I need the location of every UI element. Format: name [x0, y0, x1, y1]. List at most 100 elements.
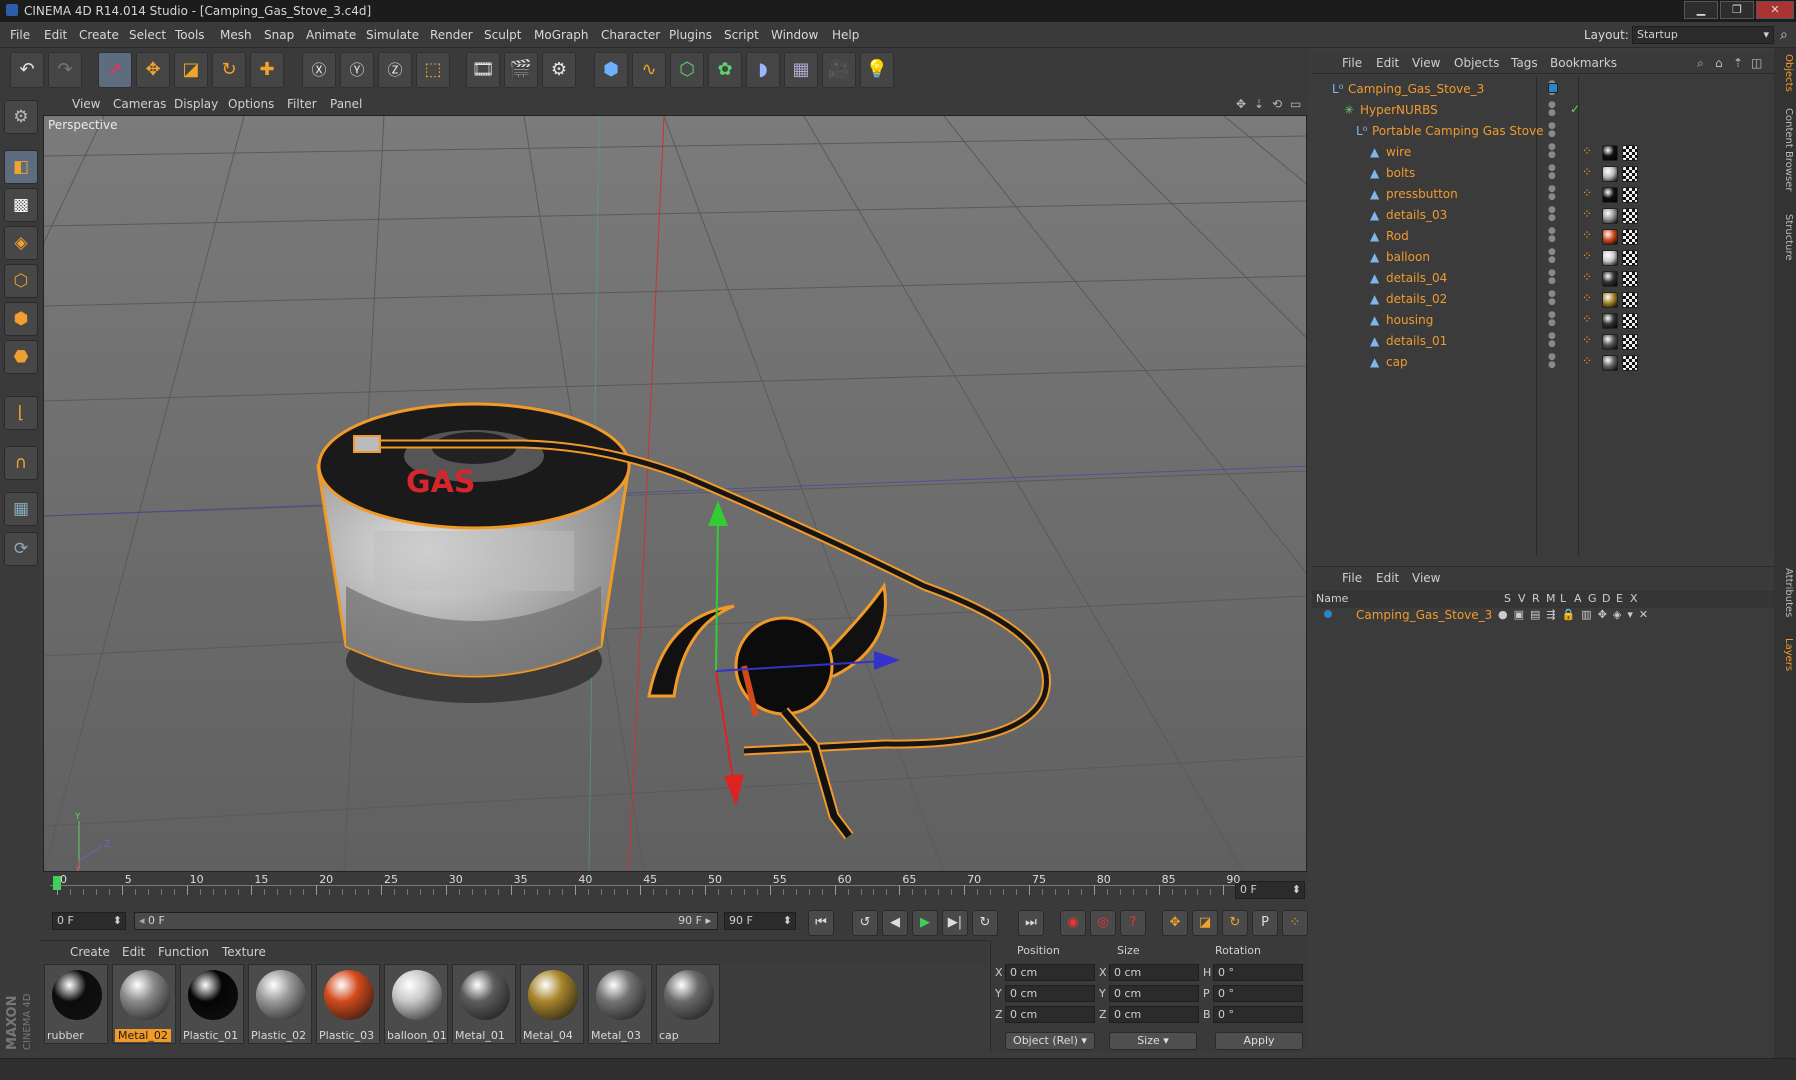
material-swatch-balloon-01[interactable]: balloon_01 — [384, 964, 448, 1044]
move-tool[interactable]: ✥ — [136, 52, 170, 88]
menu-create[interactable]: Create — [79, 28, 119, 42]
uvw-tag-icon[interactable] — [1622, 250, 1638, 266]
object-name[interactable]: bolts — [1386, 166, 1415, 180]
menu-simulate[interactable]: Simulate — [366, 28, 419, 42]
visibility-dots-icon[interactable]: ●● — [1548, 122, 1556, 139]
perspective-viewport[interactable]: GAS Y Z X Perspective — [43, 115, 1307, 872]
layer-column-r[interactable]: R — [1532, 592, 1540, 605]
object-name[interactable]: cap — [1386, 355, 1408, 369]
subdivision-button[interactable]: ⬡ — [670, 52, 704, 88]
object-name[interactable]: balloon — [1386, 250, 1430, 264]
menu-mesh[interactable]: Mesh — [220, 28, 252, 42]
visibility-dots-icon[interactable]: ●● — [1548, 101, 1556, 118]
phong-tag-icon[interactable]: ⁘ — [1582, 165, 1592, 179]
mograph-cloner-button[interactable]: ✿ — [708, 52, 742, 88]
parameter-key-button[interactable]: P — [1252, 910, 1278, 936]
material-tag-icon[interactable] — [1602, 208, 1618, 224]
viewport-menu-panel[interactable]: Panel — [330, 97, 362, 111]
viewport-menu-cameras[interactable]: Cameras — [113, 97, 166, 111]
texture-mode-button[interactable]: ▩ — [4, 188, 38, 222]
object-row[interactable]: ▲ balloon ● ● ⁘ — [1312, 248, 1774, 269]
menu-snap[interactable]: Snap — [264, 28, 294, 42]
points-mode-button[interactable]: ⬡ — [4, 264, 38, 298]
material-tag-icon[interactable] — [1602, 334, 1618, 350]
object-row[interactable]: ▲ details_01 ● ● ⁘ — [1312, 332, 1774, 353]
visibility-dots-icon[interactable]: ●● — [1548, 311, 1556, 328]
layer-column-e[interactable]: E — [1616, 592, 1623, 605]
object-search-icon[interactable]: ⌕ — [1697, 56, 1704, 71]
rotation-field-b[interactable]: 0 ° — [1213, 1006, 1303, 1023]
menu-sculpt[interactable]: Sculpt — [484, 28, 521, 42]
x-axis-lock-button[interactable]: Ⓧ — [302, 52, 336, 88]
object-row[interactable]: ▲ details_02 ● ● ⁘ — [1312, 290, 1774, 311]
phong-tag-icon[interactable]: ⁘ — [1582, 186, 1592, 200]
uvw-tag-icon[interactable] — [1622, 187, 1638, 203]
layer-column-x[interactable]: X — [1630, 592, 1638, 605]
phong-tag-icon[interactable]: ⁘ — [1582, 354, 1592, 368]
solo-button[interactable]: ⟳ — [4, 532, 38, 566]
menu-edit[interactable]: Edit — [44, 28, 67, 42]
material-tag-icon[interactable] — [1602, 250, 1618, 266]
material-swatch-metal-01[interactable]: Metal_01 — [452, 964, 516, 1044]
object-row[interactable]: ▲ details_04 ● ● ⁘ — [1312, 269, 1774, 290]
material-tag-icon[interactable] — [1602, 271, 1618, 287]
material-swatch-plastic-02[interactable]: Plastic_02 — [248, 964, 312, 1044]
material-menu-texture[interactable]: Texture — [222, 945, 266, 959]
current-frame-field[interactable]: 0 F ⬍ — [1235, 881, 1305, 899]
material-tag-icon[interactable] — [1602, 187, 1618, 203]
minimize-button[interactable]: ▁ — [1684, 1, 1718, 19]
object-row[interactable]: ▲ bolts ● ● ⁘ — [1312, 164, 1774, 185]
object-row[interactable]: L⁰Camping_Gas_Stove_3●● — [1312, 80, 1774, 101]
tab-layers[interactable]: Layers — [1776, 638, 1794, 671]
object-name[interactable]: housing — [1386, 313, 1433, 327]
viewport-rotate-icon[interactable]: ⟲ — [1272, 97, 1282, 111]
object-row[interactable]: ▲ details_03 ● ● ⁘ — [1312, 206, 1774, 227]
cube-primitive-button[interactable]: ⬢ — [594, 52, 628, 88]
visibility-dots-icon[interactable]: ●● — [1548, 353, 1556, 370]
render-picture-viewer-button[interactable]: 🎬 — [504, 52, 538, 88]
object-name[interactable]: Portable Camping Gas Stove — [1372, 124, 1544, 138]
polygons-mode-button[interactable]: ⬣ — [4, 340, 38, 374]
layer-column-g[interactable]: G — [1588, 592, 1597, 605]
viewport-menu-view[interactable]: View — [72, 97, 100, 111]
visibility-dots-icon[interactable]: ●● — [1548, 248, 1556, 265]
material-tag-icon[interactable] — [1602, 229, 1618, 245]
layer-menu-file[interactable]: File — [1342, 571, 1362, 585]
material-swatch-metal-02[interactable]: Metal_02 — [112, 964, 176, 1044]
material-menu-function[interactable]: Function — [158, 945, 209, 959]
end-frame-field[interactable]: 90 F ⬍ — [724, 912, 796, 930]
size-mode-dropdown[interactable]: Size ▾ — [1109, 1032, 1197, 1050]
workplane-lock-button[interactable]: ▦ — [4, 492, 38, 526]
light-button[interactable]: 💡 — [860, 52, 894, 88]
material-tag-icon[interactable] — [1602, 292, 1618, 308]
menu-help[interactable]: Help — [832, 28, 859, 42]
object-row[interactable]: ▲ Rod ● ● ⁘ — [1312, 227, 1774, 248]
rotate-tool[interactable]: ↻ — [212, 52, 246, 88]
menu-tools[interactable]: Tools — [175, 28, 205, 42]
size-field-y[interactable]: 0 cm — [1109, 985, 1199, 1002]
uvw-tag-icon[interactable] — [1622, 313, 1638, 329]
uvw-tag-icon[interactable] — [1622, 334, 1638, 350]
uvw-tag-icon[interactable] — [1622, 145, 1638, 161]
visibility-dots-icon[interactable]: ●● — [1548, 332, 1556, 349]
object-name[interactable]: wire — [1386, 145, 1411, 159]
material-tag-icon[interactable] — [1602, 313, 1618, 329]
object-menu-edit[interactable]: Edit — [1376, 56, 1399, 70]
visibility-dots-icon[interactable]: ●● — [1548, 143, 1556, 160]
visibility-dots-icon[interactable]: ●● — [1548, 227, 1556, 244]
material-swatch-metal-03[interactable]: Metal_03 — [588, 964, 652, 1044]
layer-flags[interactable]: ●▣▤⇶🔒▥✥◈▾✕ — [1498, 608, 1654, 621]
material-tag-icon[interactable] — [1602, 355, 1618, 371]
object-new-window-icon[interactable]: ◫ — [1751, 56, 1762, 70]
size-field-x[interactable]: 0 cm — [1109, 964, 1199, 981]
layer-column-v[interactable]: V — [1518, 592, 1526, 605]
object-row[interactable]: ▲ cap ● ● ⁘ — [1312, 353, 1774, 374]
go-to-end-button[interactable]: ⏭ — [1018, 910, 1044, 936]
record-active-objects-button[interactable]: ◉ — [1060, 910, 1086, 936]
layer-column-d[interactable]: D — [1602, 592, 1610, 605]
viewport-menu-display[interactable]: Display — [174, 97, 218, 111]
layer-column-m[interactable]: M — [1546, 592, 1556, 605]
material-tag-icon[interactable] — [1602, 166, 1618, 182]
timeline-ruler[interactable]: 0 F ⬍ 0 5 10 15 20 25 30 35 40 45 50 55 60 65 70 75 80 85 9… — [40, 873, 1308, 903]
render-view-button[interactable]: 🎞 — [466, 52, 500, 88]
